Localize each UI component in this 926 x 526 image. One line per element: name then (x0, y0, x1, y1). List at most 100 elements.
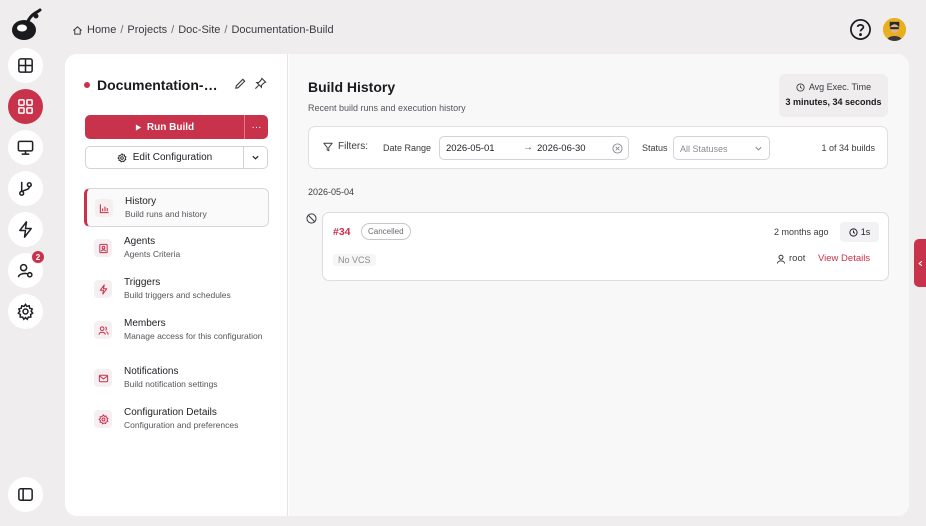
breadcrumb: Home / Projects / Doc-Site / Documentati… (72, 24, 334, 36)
filters-text: Filters: (338, 141, 368, 152)
nav-label: Notifications (124, 366, 179, 377)
breadcrumb-project[interactable]: Doc-Site (178, 24, 220, 36)
user-avatar[interactable] (883, 18, 906, 41)
breadcrumb-projects[interactable]: Projects (127, 24, 167, 36)
config-panel: Documentation-Build Run Build ··· Edit C (65, 54, 288, 516)
nav-icon-wrap (94, 369, 112, 387)
run-more-button[interactable]: ··· (244, 115, 268, 139)
pencil-icon[interactable] (234, 77, 247, 90)
rail-triggers-button[interactable] (8, 212, 43, 247)
status-select-value: All Statuses (680, 144, 728, 154)
build-time-ago: 2 months ago (774, 227, 829, 237)
rail-vcs-button[interactable] (8, 171, 43, 206)
nav-item-members[interactable]: Members Manage access for this configura… (84, 311, 269, 357)
build-count: 1 of 34 builds (821, 143, 875, 153)
nav-text: Notifications Build notification setting… (124, 365, 265, 390)
gear-icon (117, 152, 127, 163)
filter-bar: Filters: Date Range → Status All Statuse… (308, 126, 888, 169)
chevron-down-icon (252, 155, 259, 160)
nav-text: Configuration Details Configuration and … (124, 406, 265, 431)
rail-agents-button[interactable] (8, 130, 43, 165)
nav-item-triggers[interactable]: Triggers Build triggers and schedules (84, 270, 269, 309)
build-number[interactable]: #34 (333, 226, 351, 238)
home-icon[interactable] (72, 25, 83, 36)
layout-icon (18, 58, 33, 73)
app-rail: 2 (0, 0, 52, 526)
top-bar: Home / Projects / Doc-Site / Documentati… (52, 0, 926, 56)
help-icon[interactable] (849, 18, 872, 41)
zap-icon (19, 221, 32, 238)
filters-label: Filters: (323, 141, 368, 152)
filter-icon (323, 142, 333, 151)
nav-label: Triggers (124, 277, 161, 288)
run-build-button[interactable]: Run Build (85, 115, 244, 139)
avatar-icon (883, 18, 906, 41)
rail-projects-button[interactable] (8, 89, 43, 124)
nav-item-agents[interactable]: Agents Agents Criteria (84, 229, 269, 268)
nav-icon-wrap (94, 321, 112, 339)
clear-icon[interactable] (612, 143, 623, 154)
nav-icon-wrap (94, 239, 112, 257)
app-logo-icon[interactable] (10, 8, 42, 42)
chevron-left-icon (917, 260, 922, 266)
avg-exec-time-text: Avg Exec. Time (808, 82, 872, 92)
nav-desc: Agents Criteria (124, 249, 181, 259)
edit-config-group: Edit Configuration (85, 146, 268, 169)
nav-item-notifications[interactable]: Notifications Build notification setting… (84, 359, 269, 398)
config-header: Documentation-Build (84, 76, 274, 94)
date-arrow: → (523, 142, 533, 153)
nav-text: History Build runs and history (125, 195, 264, 220)
clock-icon (796, 82, 805, 92)
date-end-input[interactable] (537, 143, 607, 154)
nav-label: Members (124, 318, 166, 329)
nav-desc: Configuration and preferences (124, 420, 239, 430)
date-range-picker[interactable]: → (439, 136, 629, 160)
main-card: Documentation-Build Run Build ··· Edit C (65, 54, 909, 516)
agent-icon (98, 243, 108, 253)
nav-item-configuration-details[interactable]: Configuration Details Configuration and … (84, 400, 269, 439)
nav-icon-wrap (94, 280, 112, 298)
config-title: Documentation-Build (97, 77, 227, 93)
side-panel-toggle[interactable] (914, 239, 926, 287)
nav-desc: Build triggers and schedules (124, 290, 231, 300)
build-vcs: No VCS (333, 254, 376, 266)
pin-icon[interactable] (254, 77, 267, 90)
edit-config-dropdown[interactable] (244, 146, 268, 169)
nav-label: History (125, 196, 157, 207)
nav-icon-wrap (94, 410, 112, 428)
rail-dashboard-button[interactable] (8, 48, 43, 83)
zap-icon (99, 283, 107, 295)
page-title: Build History (308, 79, 396, 95)
config-nav: History Build runs and history Agents Ag… (84, 188, 269, 441)
nav-desc: Build runs and history (125, 209, 207, 219)
view-details-link[interactable]: View Details (818, 253, 870, 264)
avg-exec-time-card: Avg Exec. Time 3 minutes, 34 seconds (779, 74, 888, 117)
chart-icon (99, 203, 109, 213)
build-row[interactable]: #34 Cancelled 2 months ago 1s No VCS roo… (322, 212, 889, 281)
build-duration: 1s (840, 222, 879, 242)
run-build-label: Run Build (146, 121, 195, 133)
nav-label: Configuration Details (124, 407, 217, 418)
monitor-icon (17, 140, 34, 155)
status-select[interactable]: All Statuses (673, 136, 770, 160)
rail-settings-button[interactable] (8, 294, 43, 329)
sidebar-toggle-button[interactable] (8, 477, 43, 512)
rail-users-button[interactable]: 2 (8, 250, 45, 288)
edit-configuration-button[interactable]: Edit Configuration (85, 146, 244, 169)
breadcrumb-home[interactable]: Home (87, 24, 116, 36)
status-badge: Cancelled (361, 223, 411, 240)
users-icon (97, 325, 109, 335)
date-start-input[interactable] (446, 143, 516, 154)
run-build-group: Run Build ··· (85, 115, 268, 139)
history-panel: Build History Recent build runs and exec… (289, 54, 909, 516)
mail-icon (98, 374, 108, 382)
page-subtitle: Recent build runs and execution history (308, 103, 466, 113)
nav-desc: Build notification settings (124, 379, 218, 389)
grid-icon (18, 99, 33, 114)
chevron-down-icon (755, 146, 762, 151)
group-date: 2026-05-04 (308, 187, 355, 197)
breadcrumb-separator: / (120, 24, 124, 36)
avg-exec-time-value: 3 minutes, 34 seconds (785, 97, 882, 107)
nav-item-history[interactable]: History Build runs and history (84, 188, 269, 227)
nav-text: Triggers Build triggers and schedules (124, 276, 265, 301)
